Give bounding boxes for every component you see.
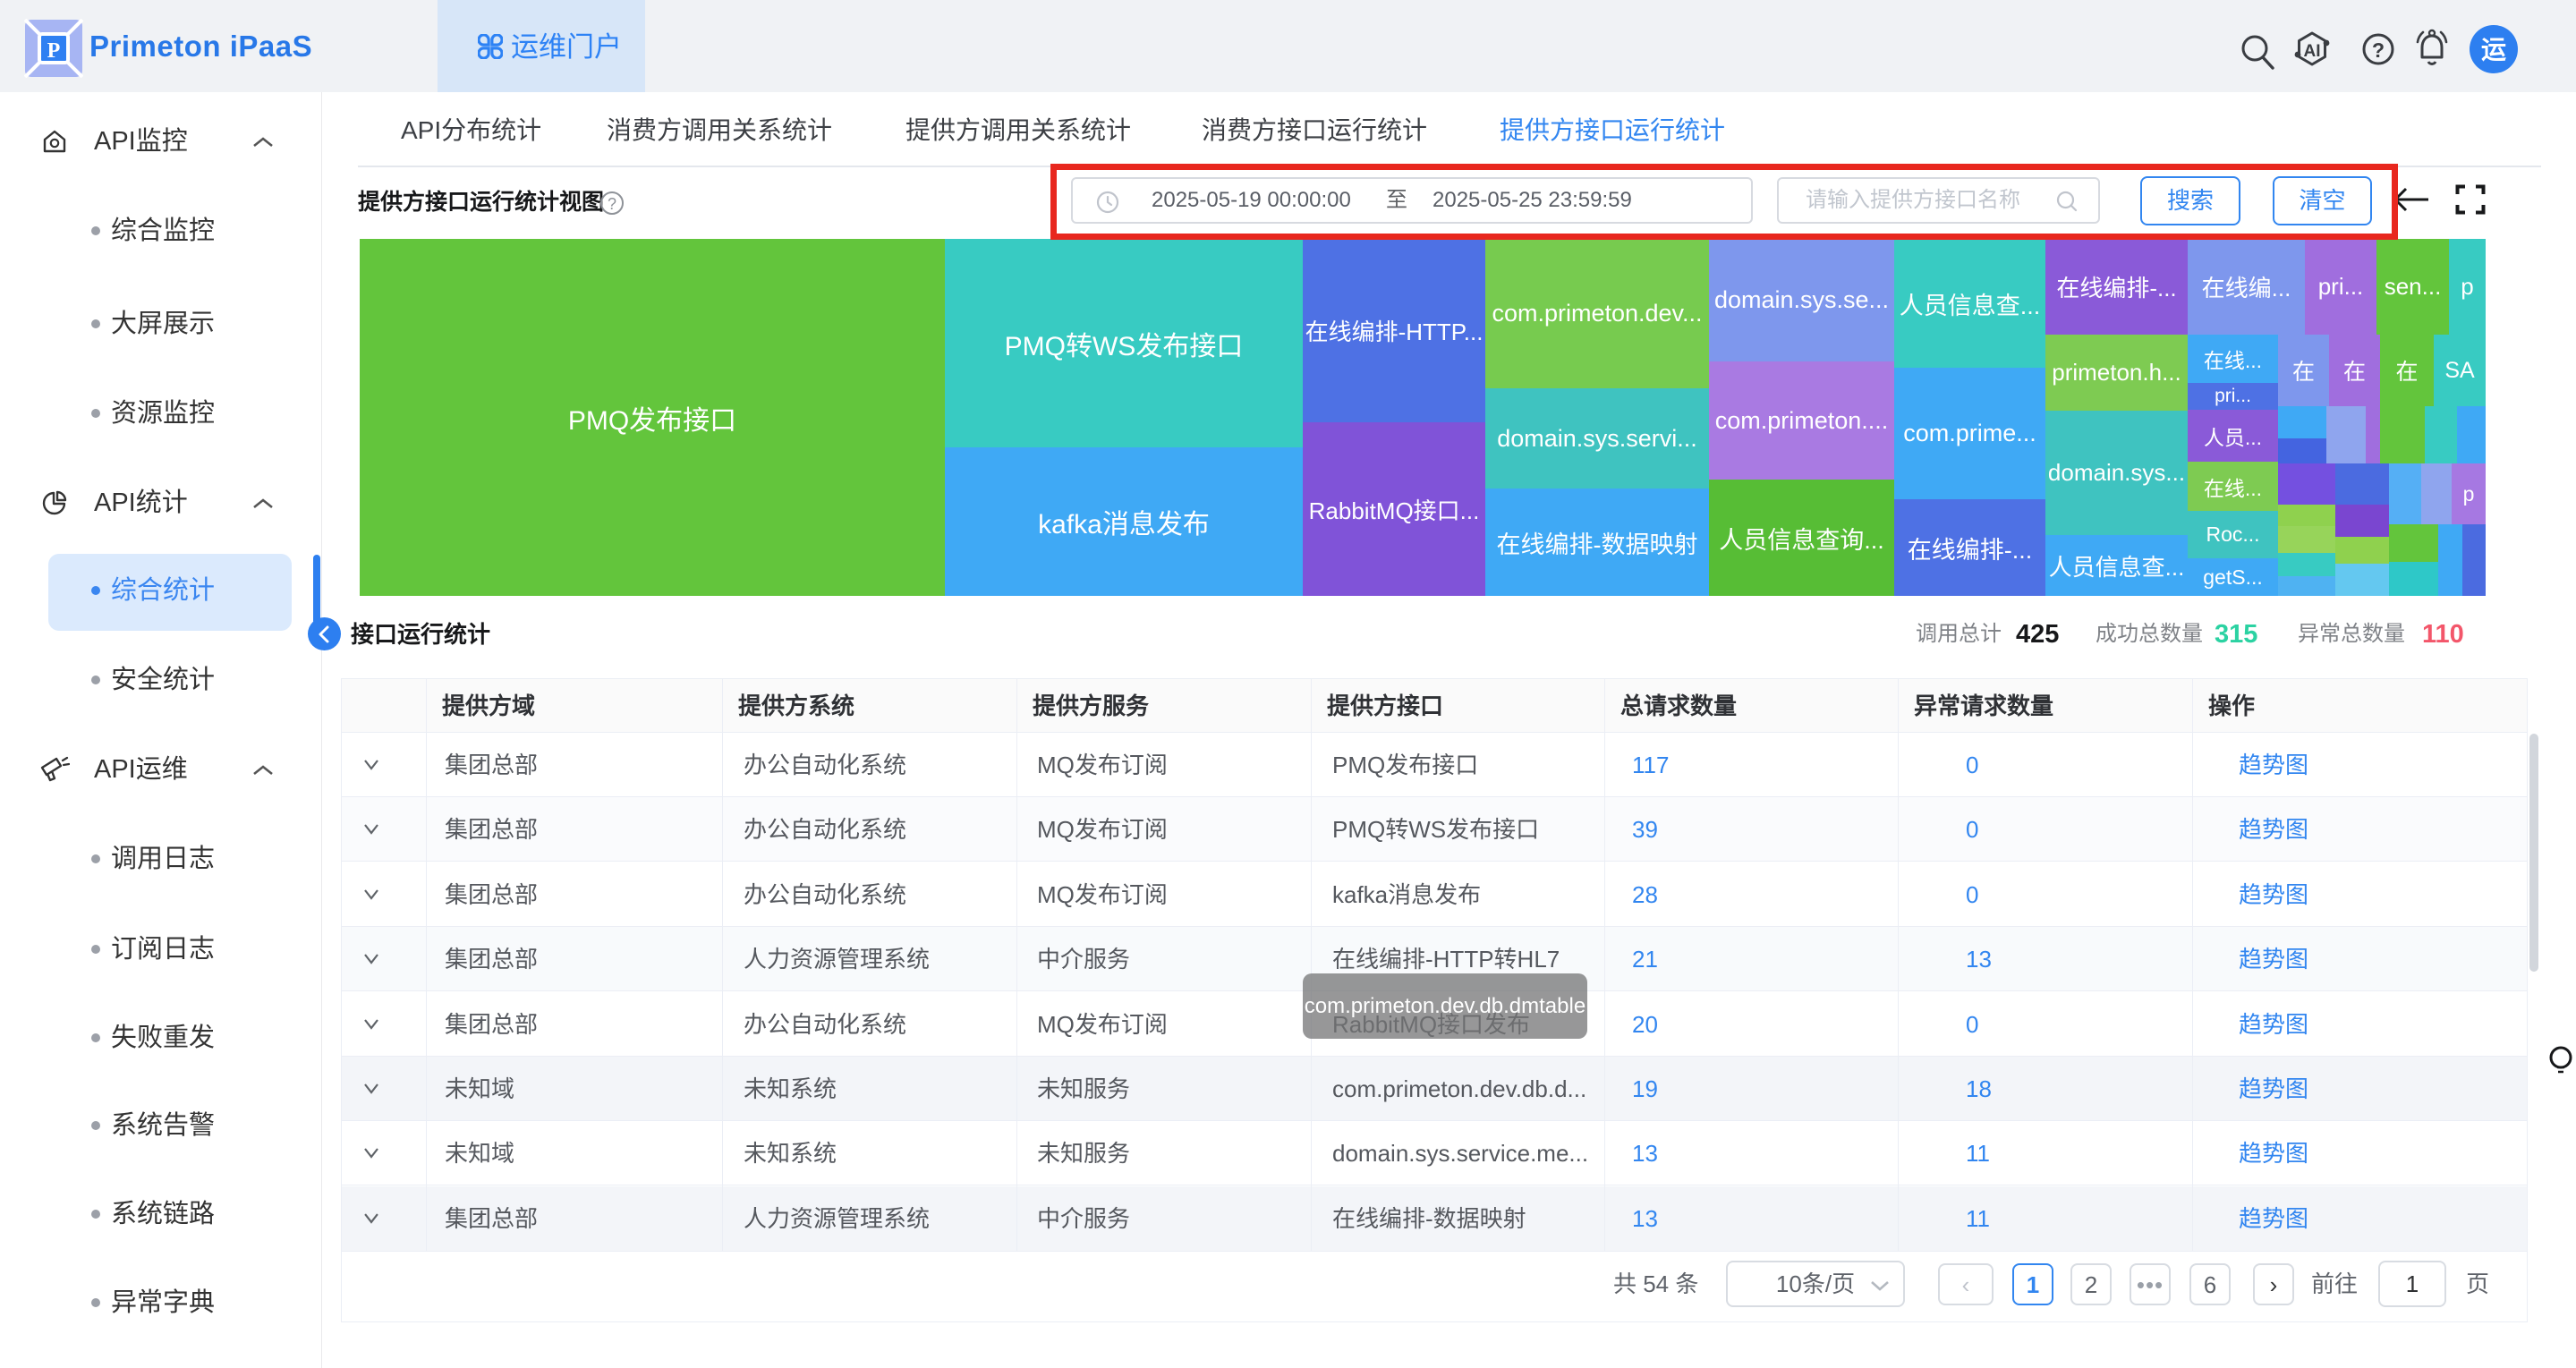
svg-text:P: P [47, 39, 61, 63]
svg-text:?: ? [2372, 38, 2385, 62]
svg-text:?: ? [608, 195, 616, 213]
svg-text:AI: AI [2304, 42, 2321, 61]
